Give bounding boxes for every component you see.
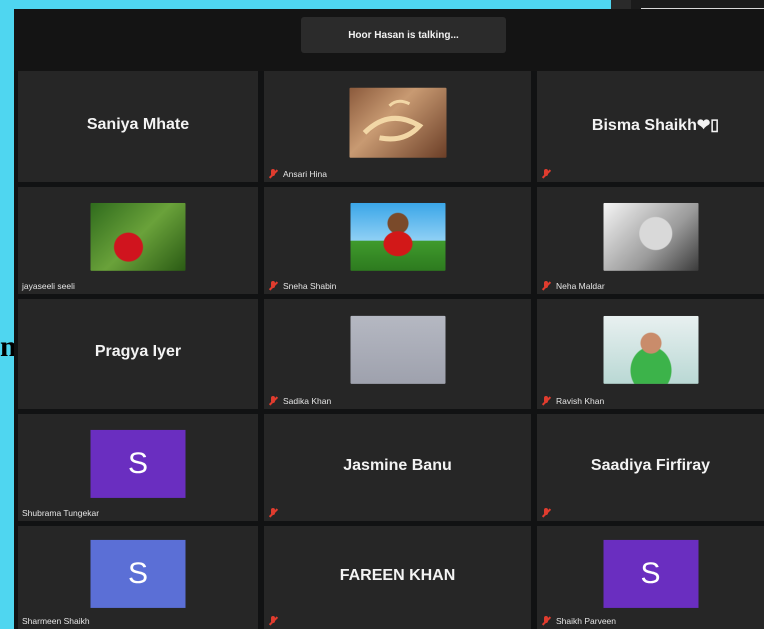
participant-label: jayaseeli seeli <box>22 281 75 291</box>
avatar: S <box>90 539 186 608</box>
muted-mic-icon <box>541 396 553 406</box>
participant-tile[interactable]: jayaseeli seeli <box>18 187 258 294</box>
participant-tile[interactable]: Ansari Hina <box>264 71 531 182</box>
participant-tile[interactable]: Saniya Mhate <box>18 71 258 182</box>
participant-footer: Neha Maldar <box>541 281 605 291</box>
participant-tile[interactable]: S Shaikh Parveen <box>537 526 764 629</box>
muted-mic-icon <box>541 169 553 179</box>
muted-mic-icon <box>268 616 280 626</box>
participant-name: Saniya Mhate <box>86 115 190 133</box>
participant-footer <box>268 616 280 626</box>
participant-name: Jasmine Banu <box>343 456 452 474</box>
muted-mic-icon <box>541 281 553 291</box>
participant-tile[interactable]: S Sharmeen Shaikh <box>18 526 258 629</box>
participant-tile[interactable]: Ravish Khan <box>537 299 764 409</box>
participant-tile[interactable]: Pragya Iyer <box>18 299 258 409</box>
participant-footer <box>541 169 553 179</box>
participant-tile[interactable]: Bisma Shaikh❤▯ <box>537 71 764 182</box>
active-speaker-banner: Hoor Hasan is talking... <box>301 17 506 53</box>
participant-label: Shaikh Parveen <box>556 616 617 626</box>
participant-footer: Ansari Hina <box>268 169 327 179</box>
participant-footer: Sneha Shabin <box>268 281 336 291</box>
participant-label: Sneha Shabin <box>283 281 337 291</box>
participant-label: Ansari Hina <box>283 169 327 179</box>
meeting-top-bar: Hoor Hasan is talking... <box>14 9 764 71</box>
participant-footer: Sadika Khan <box>268 396 331 406</box>
participant-name: Saadiya Firfiray <box>590 456 711 474</box>
participant-tile[interactable]: S Shubrama Tungekar <box>18 414 258 521</box>
participant-footer: Ravish Khan <box>541 396 604 406</box>
participant-tile[interactable]: Sneha Shabin <box>264 187 531 294</box>
participant-name: Bisma Shaikh❤▯ <box>591 116 720 134</box>
participant-tile[interactable]: FAREEN KHAN <box>264 526 531 629</box>
participant-name: Pragya Iyer <box>94 343 182 361</box>
participant-tile[interactable]: Neha Maldar <box>537 187 764 294</box>
avatar: S <box>90 429 186 498</box>
participant-tile[interactable]: Jasmine Banu <box>264 414 531 521</box>
avatar: S <box>603 539 698 608</box>
muted-mic-icon <box>268 169 280 179</box>
participant-label: Neha Maldar <box>556 281 605 291</box>
participant-footer: jayaseeli seeli <box>22 281 75 291</box>
participant-footer: Shaikh Parveen <box>541 616 616 626</box>
muted-mic-icon <box>268 508 280 518</box>
participant-footer: Shubrama Tungekar <box>22 508 99 518</box>
participant-photo-portrait <box>603 202 698 271</box>
muted-mic-icon <box>268 281 280 291</box>
participant-photo-flower <box>90 202 186 271</box>
participant-photo-blank <box>350 315 445 384</box>
muted-mic-icon <box>268 396 280 406</box>
participant-footer <box>541 508 553 518</box>
participant-label: Sharmeen Shaikh <box>22 616 90 626</box>
calligraphy-art <box>362 99 423 141</box>
participant-label: Ravish Khan <box>556 396 605 406</box>
muted-mic-icon <box>541 508 553 518</box>
participant-footer <box>268 508 280 518</box>
participant-tile[interactable]: Sadika Khan <box>264 299 531 409</box>
participant-label: Shubrama Tungekar <box>22 508 100 518</box>
meeting-window: Hoor Hasan is talking... Saniya Mhate An… <box>14 9 764 629</box>
participant-photo-calligraphy <box>349 87 446 158</box>
participant-name: FAREEN KHAN <box>339 566 456 584</box>
participant-photo-woman <box>603 315 698 384</box>
muted-mic-icon <box>541 616 553 626</box>
participant-grid: Saniya Mhate Ansari Hina Bisma Shaikh❤▯ <box>14 71 764 629</box>
participant-label: Sadika Khan <box>283 396 332 406</box>
participant-tile[interactable]: Saadiya Firfiray <box>537 414 764 521</box>
participant-footer: Sharmeen Shaikh <box>22 616 90 626</box>
participant-photo-boy <box>350 202 445 271</box>
